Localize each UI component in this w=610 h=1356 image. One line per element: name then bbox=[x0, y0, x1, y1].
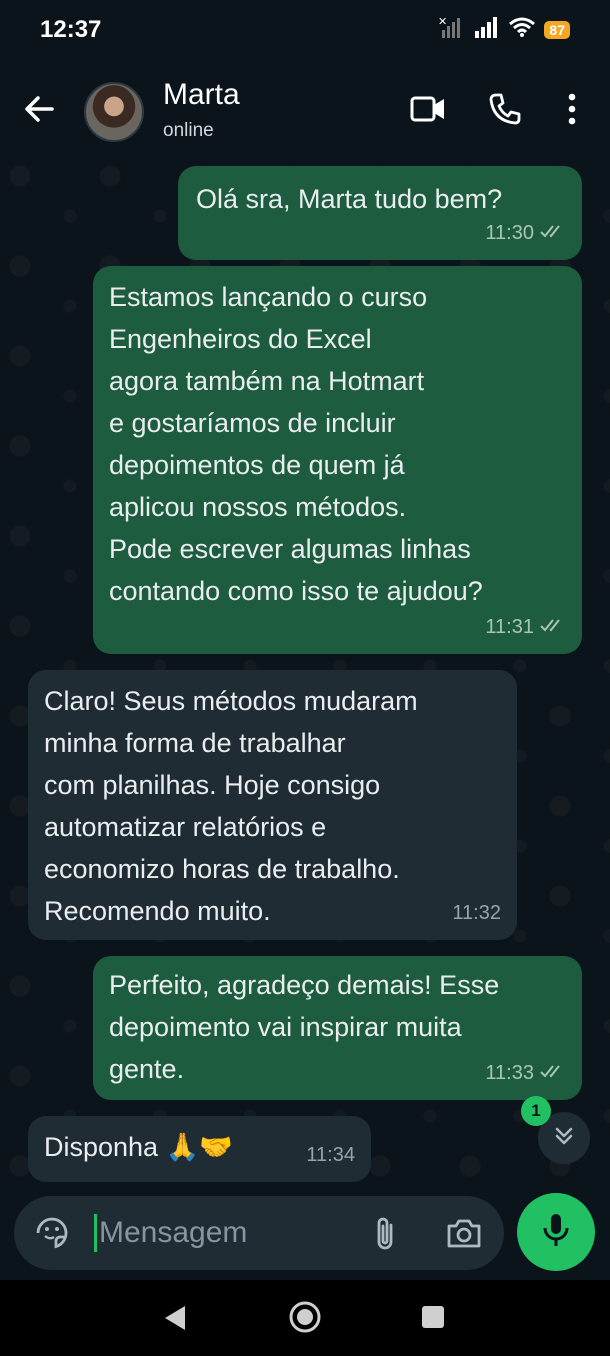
message-bubble-incoming[interactable]: Disponha 🙏🤝 11:34 bbox=[28, 1116, 371, 1182]
status-time: 12:37 bbox=[40, 16, 102, 43]
message-bubble-outgoing[interactable]: Estamos lançando o curso Engenheiros do … bbox=[93, 266, 582, 654]
message-meta: 11:31 bbox=[485, 606, 566, 648]
message-text: Claro! Seus métodos mudaram minha forma … bbox=[44, 686, 418, 926]
more-options-icon[interactable] bbox=[565, 92, 579, 131]
attach-paperclip-icon[interactable] bbox=[372, 1215, 398, 1258]
camera-icon[interactable] bbox=[446, 1216, 482, 1255]
wifi-icon bbox=[508, 16, 536, 43]
message-meta: 11:33 bbox=[485, 1052, 566, 1094]
message-text: Estamos lançando o curso Engenheiros do … bbox=[109, 282, 483, 606]
chat-header: Marta online bbox=[0, 62, 610, 156]
status-icons: ✕ 87 bbox=[438, 15, 570, 43]
back-arrow-icon[interactable] bbox=[22, 92, 56, 131]
message-time: 11:33 bbox=[485, 1062, 534, 1084]
contact-avatar[interactable] bbox=[84, 82, 144, 142]
message-bubble-incoming[interactable]: Claro! Seus métodos mudaram minha forma … bbox=[28, 670, 517, 940]
message-time: 11:30 bbox=[485, 222, 534, 244]
message-bubble-outgoing[interactable]: Perfeito, agradeço demais! Esse depoimen… bbox=[93, 956, 582, 1100]
double-check-icon bbox=[540, 212, 566, 254]
voice-record-button[interactable] bbox=[517, 1193, 595, 1271]
double-check-icon bbox=[540, 606, 566, 648]
message-meta: 11:30 bbox=[485, 212, 566, 254]
message-meta: 11:32 bbox=[452, 892, 501, 934]
unread-count-badge: 1 bbox=[521, 1096, 551, 1126]
double-check-icon bbox=[540, 1052, 566, 1094]
microphone-icon bbox=[541, 1212, 571, 1253]
contact-status: online bbox=[163, 120, 214, 141]
system-navigation-bar bbox=[0, 1280, 610, 1356]
message-meta: 11:34 bbox=[306, 1134, 355, 1176]
message-time: 11:34 bbox=[306, 1144, 355, 1166]
video-call-icon[interactable] bbox=[410, 92, 446, 131]
nav-recents-icon[interactable] bbox=[421, 1305, 445, 1334]
message-bubble-outgoing[interactable]: Olá sra, Marta tudo bem? 11:30 bbox=[178, 166, 582, 260]
contact-name[interactable]: Marta bbox=[163, 78, 240, 112]
signal-icon bbox=[474, 16, 500, 43]
phone-call-icon[interactable] bbox=[488, 92, 522, 131]
message-composer[interactable]: Mensagem bbox=[14, 1196, 504, 1270]
battery-indicator: 87 bbox=[544, 20, 570, 39]
double-chevron-down-icon bbox=[552, 1124, 576, 1153]
nav-back-icon[interactable] bbox=[163, 1304, 187, 1337]
chat-area[interactable]: Olá sra, Marta tudo bem? 11:30 Estamos l… bbox=[0, 156, 610, 1196]
no-sim-signal-icon: ✕ bbox=[438, 15, 466, 43]
status-bar: 12:37 ✕ 87 bbox=[0, 0, 610, 62]
svg-text:✕: ✕ bbox=[438, 16, 447, 28]
message-time: 11:31 bbox=[485, 616, 534, 638]
nav-home-icon[interactable] bbox=[288, 1300, 322, 1339]
message-time: 11:32 bbox=[452, 902, 501, 924]
sticker-icon[interactable] bbox=[34, 1215, 70, 1256]
message-input[interactable]: Mensagem bbox=[94, 1214, 247, 1252]
